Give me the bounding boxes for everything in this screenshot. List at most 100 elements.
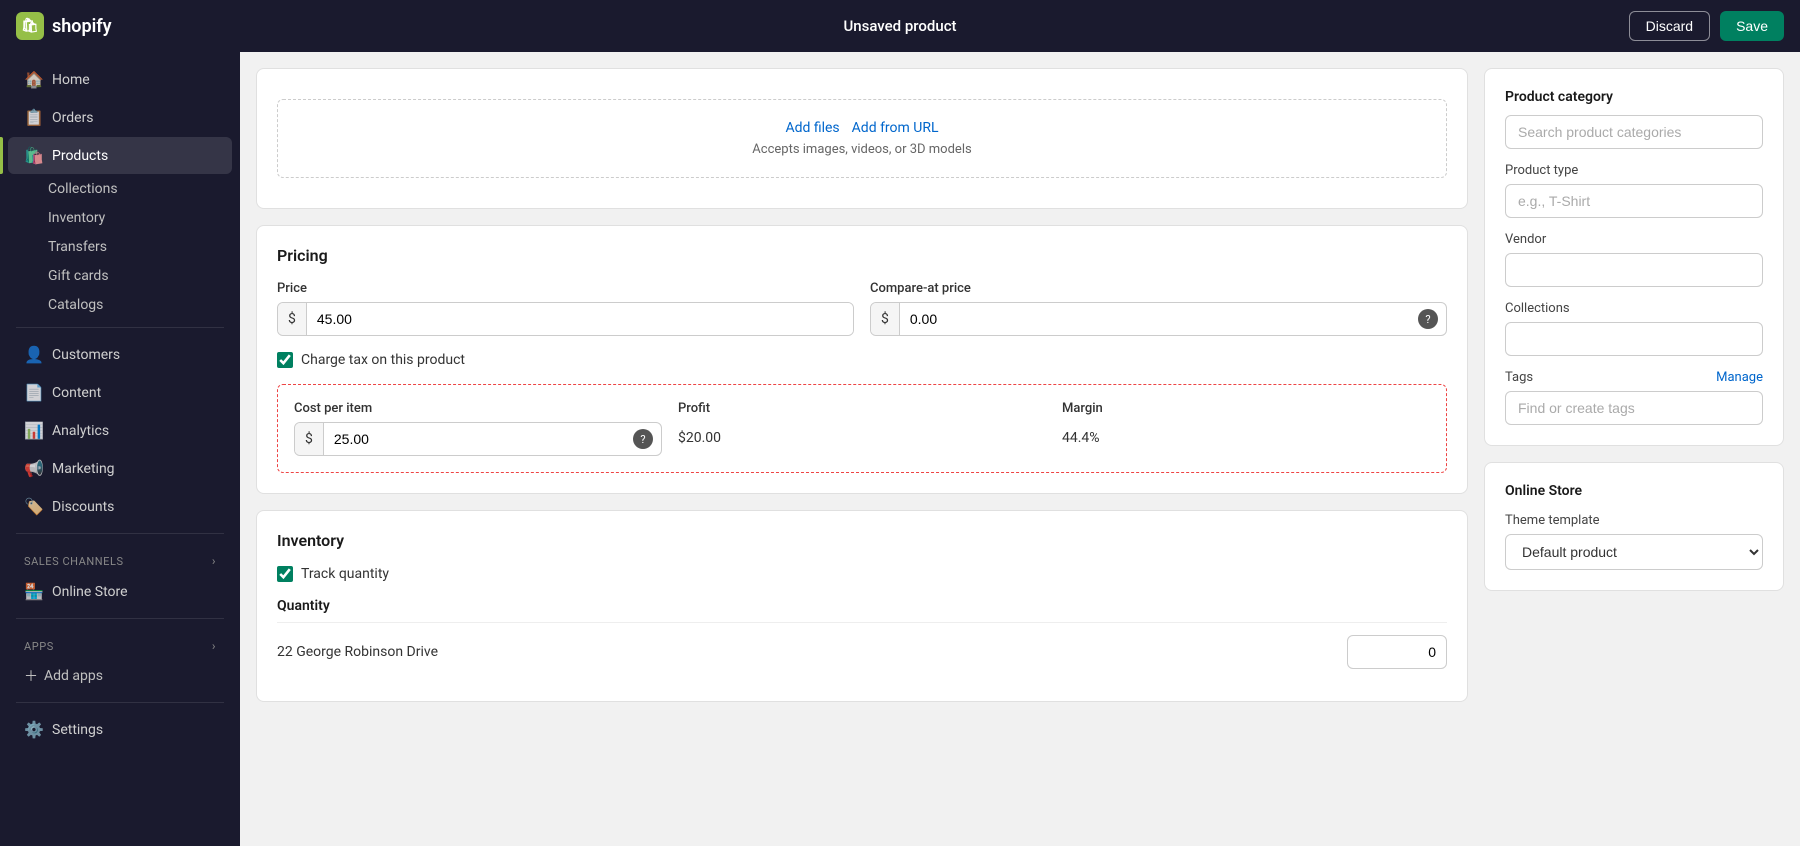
compare-input[interactable] bbox=[900, 303, 1418, 335]
tax-checkbox[interactable] bbox=[277, 352, 293, 368]
add-icon: ＋ bbox=[24, 666, 38, 686]
compare-help-icon[interactable]: ? bbox=[1418, 309, 1438, 329]
sidebar-sub-collections[interactable]: Collections bbox=[8, 175, 232, 203]
sidebar-item-orders[interactable]: 📋 Orders bbox=[8, 99, 232, 136]
price-group: Price $ bbox=[277, 281, 854, 336]
settings-icon: ⚙️ bbox=[24, 720, 42, 739]
sidebar-divider-4 bbox=[16, 702, 224, 703]
margin-value: 44.4% bbox=[1062, 422, 1430, 454]
discounts-icon: 🏷️ bbox=[24, 497, 42, 516]
type-label: Product type bbox=[1505, 163, 1763, 178]
sidebar-item-label: Analytics bbox=[52, 423, 109, 439]
tags-input[interactable] bbox=[1505, 391, 1763, 425]
orders-icon: 📋 bbox=[24, 108, 42, 127]
profit-value: $20.00 bbox=[678, 422, 1046, 454]
price-label: Price bbox=[277, 281, 854, 296]
sidebar-item-analytics[interactable]: 📊 Analytics bbox=[8, 412, 232, 449]
sidebar-item-online-store[interactable]: 🏪 Online Store bbox=[8, 573, 232, 610]
profit-label: Profit bbox=[678, 401, 1046, 416]
sidebar-sub-gift-cards[interactable]: Gift cards bbox=[8, 262, 232, 290]
sidebar-item-customers[interactable]: 👤 Customers bbox=[8, 336, 232, 373]
main-content: Add files Add from URL Accepts images, v… bbox=[240, 52, 1800, 846]
cost-group: Cost per item $ ? bbox=[294, 401, 662, 456]
collections-label: Collections bbox=[1505, 301, 1763, 316]
theme-template-label: Theme template bbox=[1505, 513, 1763, 528]
type-input[interactable] bbox=[1505, 184, 1763, 218]
marketing-icon: 📢 bbox=[24, 459, 42, 478]
tags-label: Tags bbox=[1505, 370, 1533, 385]
sidebar-item-label: Content bbox=[52, 385, 101, 401]
inventory-title: Inventory bbox=[277, 531, 1447, 550]
cost-input-wrap: $ ? bbox=[294, 422, 662, 456]
apps-arrow-icon[interactable]: › bbox=[212, 639, 216, 653]
content-icon: 📄 bbox=[24, 383, 42, 402]
sidebar-divider-2 bbox=[16, 533, 224, 534]
add-files-link[interactable]: Add files bbox=[785, 120, 839, 136]
vendor-label: Vendor bbox=[1505, 232, 1763, 247]
collections-input[interactable] bbox=[1505, 322, 1763, 356]
sidebar-item-label: Products bbox=[52, 148, 108, 164]
sidebar-item-content[interactable]: 📄 Content bbox=[8, 374, 232, 411]
category-title: Product category bbox=[1505, 89, 1763, 105]
sales-channels-arrow-icon[interactable]: › bbox=[212, 554, 216, 568]
price-input-wrap: $ bbox=[277, 302, 854, 336]
product-details-card: Product category Product type Vendor Col… bbox=[1484, 68, 1784, 446]
theme-template-select[interactable]: Default product bbox=[1505, 534, 1763, 570]
margin-group: Margin 44.4% bbox=[1062, 401, 1430, 454]
add-from-url-link[interactable]: Add from URL bbox=[852, 120, 939, 136]
category-input[interactable] bbox=[1505, 115, 1763, 149]
margin-label: Margin bbox=[1062, 401, 1430, 416]
compare-group: Compare-at price $ ? bbox=[870, 281, 1447, 336]
sidebar-item-label: Discounts bbox=[52, 499, 114, 515]
sidebar-add-apps[interactable]: ＋ Add apps bbox=[8, 658, 232, 694]
tags-manage-link[interactable]: Manage bbox=[1716, 370, 1763, 385]
cost-prefix: $ bbox=[295, 423, 324, 455]
discard-button[interactable]: Discard bbox=[1629, 11, 1710, 41]
layout: 🏠 Home 📋 Orders 🛍️ Products Collections … bbox=[0, 52, 1800, 846]
topbar-actions: Discard Save bbox=[1629, 11, 1784, 41]
cost-help-icon[interactable]: ? bbox=[633, 429, 653, 449]
quantity-row: 22 George Robinson Drive bbox=[277, 622, 1447, 681]
sidebar-sub-transfers[interactable]: Transfers bbox=[8, 233, 232, 261]
sidebar-item-products[interactable]: 🛍️ Products bbox=[8, 137, 232, 174]
quantity-label: Quantity bbox=[277, 598, 1447, 614]
media-hint: Accepts images, videos, or 3D models bbox=[298, 142, 1426, 157]
price-row: Price $ Compare-at price $ ? bbox=[277, 281, 1447, 336]
logo: 🛍 shopify bbox=[16, 12, 112, 40]
sidebar-sub-inventory[interactable]: Inventory bbox=[8, 204, 232, 232]
analytics-icon: 📊 bbox=[24, 421, 42, 440]
products-icon: 🛍️ bbox=[24, 146, 42, 165]
topbar: 🛍 shopify Unsaved product Discard Save bbox=[0, 0, 1800, 52]
cost-input[interactable] bbox=[324, 423, 633, 455]
media-links: Add files Add from URL bbox=[298, 120, 1426, 136]
online-store-icon: 🏪 bbox=[24, 582, 42, 601]
track-checkbox-row: Track quantity bbox=[277, 566, 1447, 582]
tax-label: Charge tax on this product bbox=[301, 352, 465, 368]
track-checkbox[interactable] bbox=[277, 566, 293, 582]
tags-header: Tags Manage bbox=[1505, 370, 1763, 385]
inventory-card: Inventory Track quantity Quantity 22 Geo… bbox=[256, 510, 1468, 702]
price-prefix: $ bbox=[278, 303, 307, 335]
sidebar-item-settings[interactable]: ⚙️ Settings bbox=[8, 711, 232, 748]
sidebar-apps-section: Apps › bbox=[0, 627, 240, 657]
price-input[interactable] bbox=[307, 303, 853, 335]
media-upload-area[interactable]: Add files Add from URL Accepts images, v… bbox=[277, 99, 1447, 178]
sidebar-item-label: Online Store bbox=[52, 584, 128, 600]
location-name: 22 George Robinson Drive bbox=[277, 644, 438, 660]
center-column: Add files Add from URL Accepts images, v… bbox=[256, 68, 1468, 830]
online-store-card: Online Store Theme template Default prod… bbox=[1484, 462, 1784, 591]
home-icon: 🏠 bbox=[24, 70, 42, 89]
quantity-input[interactable] bbox=[1347, 635, 1447, 669]
online-store-title: Online Store bbox=[1505, 483, 1763, 499]
cost-label: Cost per item bbox=[294, 401, 662, 416]
sidebar: 🏠 Home 📋 Orders 🛍️ Products Collections … bbox=[0, 52, 240, 846]
sidebar-item-marketing[interactable]: 📢 Marketing bbox=[8, 450, 232, 487]
compare-prefix: $ bbox=[871, 303, 900, 335]
sidebar-sub-catalogs[interactable]: Catalogs bbox=[8, 291, 232, 319]
sidebar-item-home[interactable]: 🏠 Home bbox=[8, 61, 232, 98]
save-button[interactable]: Save bbox=[1720, 11, 1784, 41]
sidebar-divider-3 bbox=[16, 618, 224, 619]
sidebar-item-discounts[interactable]: 🏷️ Discounts bbox=[8, 488, 232, 525]
vendor-input[interactable] bbox=[1505, 253, 1763, 287]
sidebar-item-label: Customers bbox=[52, 347, 120, 363]
